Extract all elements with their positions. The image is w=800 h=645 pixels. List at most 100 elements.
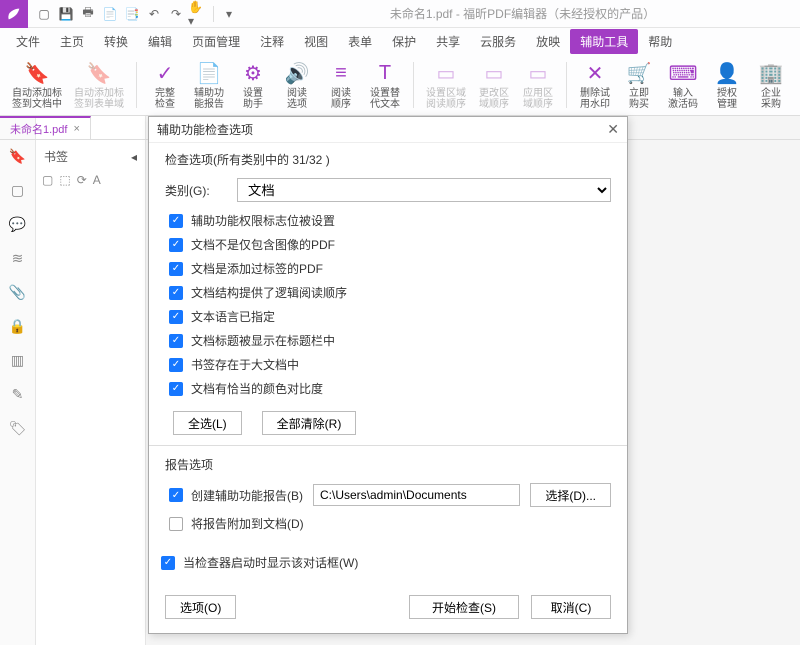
bookmark-expand-icon[interactable]: ⬚ (59, 173, 70, 187)
check-item-2: ✓文档是添加过标签的PDF (169, 260, 611, 277)
tab-close-icon[interactable]: × (73, 123, 79, 135)
ribbon-btn-3[interactable]: 📄辅助功 能报告 (189, 58, 229, 112)
bookmark-collapse-icon[interactable]: ⟳ (77, 173, 87, 187)
check-item-3: ✓ 文档结构提供了逻辑阅读顺序 (169, 284, 611, 301)
menu-6[interactable]: 视图 (294, 29, 338, 54)
report-options-header: 报告选项 (165, 456, 611, 473)
attach-report-label: 将报告附加到文档(D) (191, 515, 304, 532)
sidebar-fields-icon[interactable]: ▥ (8, 350, 28, 370)
ribbon-btn-9: ▭更改区 域顺序 (474, 58, 514, 112)
qat-hand-icon[interactable]: ✋▾ (188, 4, 208, 24)
check-item-7: ✓文档有恰当的颜色对比度 (169, 380, 611, 397)
ribbon-btn-7[interactable]: T设置替 代文本 (365, 58, 405, 112)
category-select[interactable]: 文档 (237, 178, 611, 202)
ribbon-icon-7: T (379, 60, 391, 88)
ribbon-btn-14[interactable]: 👤授权 管理 (707, 58, 747, 112)
ribbon-btn-2[interactable]: ✓完整 检查 (145, 58, 185, 112)
ribbon-icon-0: 🔖 (25, 60, 50, 88)
options-button[interactable]: 选项(O) (165, 595, 236, 619)
ribbon-btn-12[interactable]: 🛒立即 购买 (619, 58, 659, 112)
check-box-3[interactable]: ✓ (169, 286, 183, 300)
ribbon-icon-14: 👤 (715, 60, 740, 88)
check-box-7[interactable]: ✓ (169, 382, 183, 396)
menu-8[interactable]: 保护 (382, 29, 426, 54)
check-label-4: 文本语言已指定 (191, 308, 275, 325)
dialog-close-icon[interactable]: ✕ (607, 121, 619, 138)
bookmark-panel-menu-icon[interactable]: ◂ (131, 150, 137, 164)
ribbon-btn-0[interactable]: 🔖自动添加标 签到文档中 (8, 58, 66, 112)
qat-customize-icon[interactable]: ▾ (219, 4, 239, 24)
menu-2[interactable]: 转换 (94, 29, 138, 54)
menu-1[interactable]: 主页 (50, 29, 94, 54)
qat-undo-icon[interactable]: ↶ (144, 4, 164, 24)
menu-11[interactable]: 放映 (526, 29, 570, 54)
sidebar-security-icon[interactable]: 🔒 (8, 316, 28, 336)
menu-12[interactable]: 辅助工具 (570, 29, 638, 54)
ribbon-icon-12: 🛒 (627, 60, 652, 88)
ribbon-btn-5[interactable]: 🔊阅读 选项 (277, 58, 317, 112)
ribbon-icon-5: 🔊 (285, 60, 310, 88)
sidebar-tags-icon[interactable]: 🏷 (8, 418, 28, 438)
menu-9[interactable]: 共享 (426, 29, 470, 54)
menu-3[interactable]: 编辑 (138, 29, 182, 54)
ribbon-btn-4[interactable]: ⚙设置 助手 (233, 58, 273, 112)
cancel-button[interactable]: 取消(C) (531, 595, 611, 619)
ribbon-btn-11[interactable]: ✕删除试 用水印 (575, 58, 615, 112)
check-item-1: ✓文档不是仅包含图像的PDF (169, 236, 611, 253)
check-options-header: 检查选项(所有类别中的 31/32 ) (165, 151, 611, 168)
sidebar-signatures-icon[interactable]: ✎ (8, 384, 28, 404)
create-report-label: 创建辅助功能报告(B) (191, 487, 303, 504)
menu-0[interactable]: 文件 (6, 29, 50, 54)
sidebar-bookmarks-icon[interactable]: 🔖 (8, 146, 28, 166)
qat-redo-icon[interactable]: ↷ (166, 4, 186, 24)
check-label-3: 文档结构提供了逻辑阅读顺序 (191, 284, 347, 301)
category-label: 类别(G): (165, 182, 225, 199)
check-box-2[interactable]: ✓ (169, 262, 183, 276)
bookmark-add-icon[interactable]: ▢ (42, 173, 53, 187)
sidebar-attachments-icon[interactable]: 📎 (8, 282, 28, 302)
report-path-input[interactable] (313, 484, 520, 506)
dialog-title: 辅助功能检查选项 (157, 121, 253, 138)
check-box-1[interactable]: ✓ (169, 238, 183, 252)
sidebar-layers-icon[interactable]: ≋ (8, 248, 28, 268)
check-label-0: 辅助功能权限标志位被设置 (191, 212, 335, 229)
qat-addpage-icon[interactable]: 📑 (122, 4, 142, 24)
ribbon-icon-13: ⌨ (669, 60, 698, 88)
select-all-button[interactable]: 全选(L) (173, 411, 242, 435)
ribbon-btn-10: ▭应用区 域顺序 (518, 58, 558, 112)
ribbon-icon-8: ▭ (437, 60, 456, 88)
start-check-button[interactable]: 开始检查(S) (409, 595, 519, 619)
check-box-6[interactable]: ✓ (169, 358, 183, 372)
browse-button[interactable]: 选择(D)... (530, 483, 611, 507)
check-box-0[interactable]: ✓ (169, 214, 183, 228)
ribbon-icon-6: ≡ (335, 60, 347, 88)
document-tab[interactable]: 未命名1.pdf × (0, 116, 91, 139)
menu-7[interactable]: 表单 (338, 29, 382, 54)
ribbon-icon-9: ▭ (485, 60, 504, 88)
qat-open-icon[interactable]: ▢ (34, 4, 54, 24)
qat-print-icon[interactable]: 🖶 (78, 4, 98, 24)
ribbon-btn-13[interactable]: ⌨输入 激活码 (663, 58, 703, 112)
ribbon-icon-10: ▭ (529, 60, 548, 88)
sidebar-pages-icon[interactable]: ▢ (8, 180, 28, 200)
bookmark-search-icon[interactable]: A (93, 173, 101, 187)
qat-newdoc-icon[interactable]: 📄 (100, 4, 120, 24)
check-box-4[interactable]: ✓ (169, 310, 183, 324)
ribbon-btn-1: 🔖自动添加标 签到表单域 (70, 58, 128, 112)
clear-all-button[interactable]: 全部清除(R) (262, 411, 357, 435)
accessibility-check-dialog: 辅助功能检查选项 ✕ 检查选项(所有类别中的 31/32 ) 类别(G): 文档… (148, 116, 628, 634)
menu-10[interactable]: 云服务 (470, 29, 526, 54)
create-report-checkbox[interactable]: ✓ (169, 488, 183, 502)
attach-report-checkbox[interactable] (169, 517, 183, 531)
show-on-start-checkbox[interactable]: ✓ (161, 556, 175, 570)
ribbon-btn-15[interactable]: 🏢企业 采购 (751, 58, 791, 112)
ribbon-btn-6[interactable]: ≡阅读 顺序 (321, 58, 361, 112)
check-box-5[interactable]: ✓ (169, 334, 183, 348)
menu-13[interactable]: 帮助 (638, 29, 682, 54)
sidebar-comments-icon[interactable]: 💬 (8, 214, 28, 234)
app-logo (0, 0, 28, 28)
menu-4[interactable]: 页面管理 (182, 29, 250, 54)
qat-save-icon[interactable]: 💾 (56, 4, 76, 24)
ribbon-icon-1: 🔖 (87, 60, 112, 88)
menu-5[interactable]: 注释 (250, 29, 294, 54)
